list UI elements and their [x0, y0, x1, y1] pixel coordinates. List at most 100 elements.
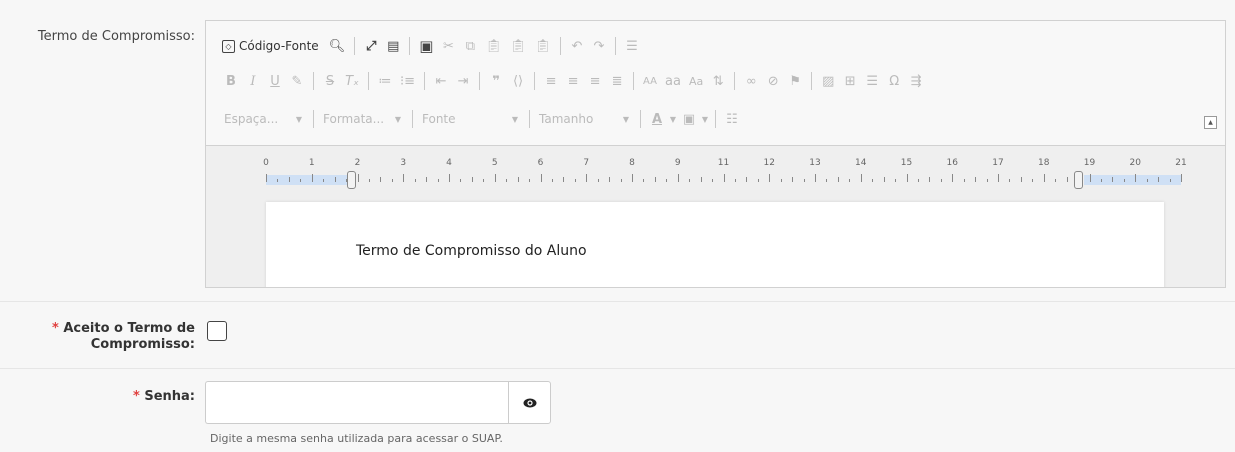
creatediv-icon[interactable]: ⟨⟩: [507, 69, 529, 93]
ruler-left-handle[interactable]: [347, 171, 356, 189]
ruler-numbers: 0 1 2 3 4 5 6 7 8 9 11 12 13 14 15 16 17 18 19 20 21: [263, 158, 1187, 170]
align-left-icon[interactable]: ≡: [540, 69, 562, 93]
paste-icon[interactable]: 📋︎: [481, 34, 506, 58]
required-marker: *: [51, 321, 59, 336]
ruler-tick: [952, 174, 954, 182]
toolbar-separator: [479, 72, 481, 90]
ruler-number: 13: [809, 158, 821, 168]
ruler-tick: [494, 174, 496, 182]
numbered-list-icon[interactable]: ≔: [374, 69, 396, 93]
ruler-tick: [895, 179, 897, 182]
paste-word-icon[interactable]: 📋︎: [530, 34, 555, 58]
font-combo[interactable]: Fonte ▼: [418, 107, 524, 131]
indent-icon[interactable]: ⇥: [452, 69, 474, 93]
spacing-combo-label: Espaça...: [224, 112, 279, 126]
ruler-tick: [1112, 177, 1114, 182]
ruler-tick: [1181, 174, 1182, 182]
toolbar-separator: [811, 72, 813, 90]
ruler-ticks: [266, 174, 1182, 185]
term-field-label: Termo de Compromisso:: [37, 29, 195, 44]
lowercase-button[interactable]: aa: [661, 69, 685, 93]
ruler-number: 14: [855, 158, 867, 168]
copy-icon[interactable]: ⧉: [459, 34, 481, 58]
ruler-number: 7: [583, 158, 590, 168]
maximize-icon[interactable]: ⤢: [360, 34, 382, 58]
ruler-tick: [963, 179, 965, 182]
spacing-combo[interactable]: Espaça... ▼: [220, 107, 308, 131]
show-blocks-icon[interactable]: ▤: [382, 34, 404, 58]
editor-content-area[interactable]: 0 1 2 3 4 5 6 7 8 9 11 12 13 14 15 16 17 18 19 20 21 Termo d…: [206, 146, 1225, 287]
special-char-icon[interactable]: Ω: [883, 69, 905, 93]
ruler-tick: [1066, 177, 1068, 182]
ruler-tick: [620, 179, 622, 182]
toolbar-separator: [715, 110, 716, 128]
ruler-tick: [437, 179, 439, 182]
ruler-tick: [323, 179, 325, 182]
ruler-tick: [769, 174, 771, 182]
password-input[interactable]: [205, 381, 508, 424]
ruler-tick: [780, 179, 782, 182]
italic-icon[interactable]: I: [242, 69, 264, 93]
ruler-tick: [1123, 179, 1125, 182]
ruler-number: 2: [354, 158, 361, 168]
image-icon[interactable]: ▨: [817, 69, 839, 93]
bold-icon[interactable]: B: [220, 69, 242, 93]
format-combo[interactable]: Formata... ▼: [319, 107, 407, 131]
align-center-icon[interactable]: ≡: [562, 69, 584, 93]
titlecase-button[interactable]: Aa: [685, 69, 707, 93]
ruler-tick: [288, 177, 290, 182]
align-right-icon[interactable]: ≡: [584, 69, 606, 93]
chevron-down-icon: ▼: [622, 114, 629, 124]
size-combo[interactable]: Tamanho ▼: [535, 107, 635, 131]
ruler-tick: [334, 177, 336, 182]
collapse-toolbar-icon[interactable]: ▲: [1204, 116, 1217, 129]
ruler-number: 21: [1175, 158, 1187, 168]
toolbar-separator: [354, 37, 356, 55]
ruler-tick: [906, 174, 908, 182]
anchor-flag-icon[interactable]: ⚑: [784, 69, 806, 93]
strikethrough-icon[interactable]: S: [319, 69, 341, 93]
line-height-icon[interactable]: ☷: [721, 107, 743, 131]
unlink-icon[interactable]: ⊘: [762, 69, 784, 93]
accept-field-row: * Aceito o Termo de Compromisso:: [0, 301, 1235, 368]
ruler-tick: [1135, 174, 1137, 182]
underline-icon[interactable]: U: [264, 69, 286, 93]
format-painter-icon[interactable]: ✎: [286, 69, 308, 93]
uppercase-button[interactable]: AA: [639, 69, 661, 93]
pagebreak-icon[interactable]: ⇶: [905, 69, 927, 93]
eye-icon: [523, 398, 536, 407]
blockquote-icon[interactable]: ❞: [485, 69, 507, 93]
table-icon[interactable]: ⊞: [839, 69, 861, 93]
toolbar-separator: [529, 110, 530, 128]
outdent-icon[interactable]: ⇤: [430, 69, 452, 93]
source-code-button[interactable]: ◇ Código-Fonte: [220, 34, 325, 58]
remove-format-icon[interactable]: Tₓ: [341, 69, 363, 93]
ruler-tick: [597, 179, 599, 182]
cut-icon[interactable]: ✂: [437, 34, 459, 58]
background-color-icon[interactable]: ▣: [678, 107, 700, 131]
templates-icon[interactable]: ☰: [621, 34, 643, 58]
ruler-tick: [940, 179, 942, 182]
format-combo-label: Formata...: [323, 112, 385, 126]
chevron-down-icon[interactable]: ▼: [700, 107, 710, 131]
chevron-down-icon: ▼: [511, 114, 518, 124]
bulleted-list-icon[interactable]: ⁝≡: [396, 69, 419, 93]
undo-icon[interactable]: ↶: [566, 34, 588, 58]
link-icon[interactable]: ∞: [740, 69, 762, 93]
paste-text-icon[interactable]: 📋︎: [506, 34, 531, 58]
document-page[interactable]: Termo de Compromisso do Aluno: [266, 202, 1164, 287]
chevron-down-icon[interactable]: ▼: [668, 107, 678, 131]
horizontal-rule-icon[interactable]: ☰: [861, 69, 883, 93]
align-justify-icon[interactable]: ≣: [606, 69, 628, 93]
ruler-tick: [277, 179, 279, 182]
ruler-tick: [734, 179, 736, 182]
save-icon[interactable]: ▣: [415, 34, 437, 58]
redo-icon[interactable]: ↷: [588, 34, 610, 58]
accept-terms-checkbox[interactable]: [207, 321, 227, 341]
preview-icon[interactable]: 🔍︎: [325, 34, 350, 58]
show-password-button[interactable]: [508, 381, 551, 424]
ruler-right-handle[interactable]: [1074, 171, 1083, 189]
text-color-icon[interactable]: A: [646, 107, 668, 131]
toggle-case-icon[interactable]: ⇅: [707, 69, 729, 93]
ruler-tick: [563, 177, 565, 182]
